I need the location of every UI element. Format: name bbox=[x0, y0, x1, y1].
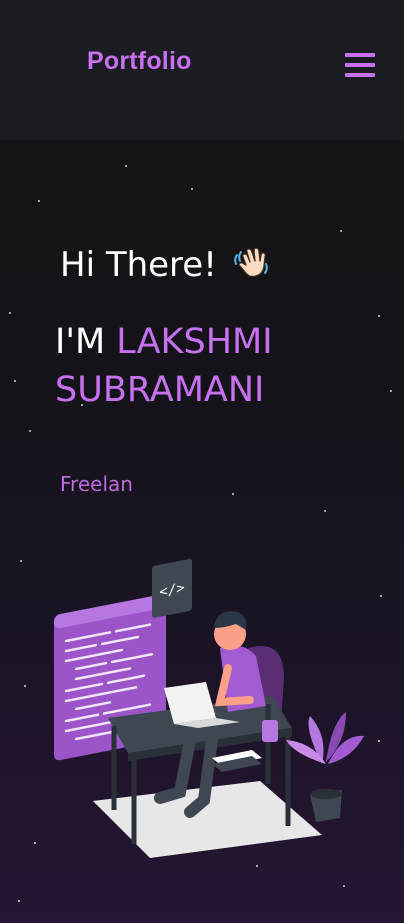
waving-hand-icon bbox=[231, 245, 271, 285]
greeting-text: Hi There! bbox=[60, 245, 217, 285]
name-last: SUBRAMANI bbox=[55, 370, 265, 410]
typewriter-text: Freelan bbox=[60, 472, 133, 496]
hamburger-bar bbox=[345, 63, 375, 67]
developer-at-desk-illustration: </> bbox=[40, 548, 380, 888]
navbar: Portfolio bbox=[0, 0, 404, 140]
name-prefix: I'M bbox=[55, 322, 106, 362]
name-first: LAKSHMI bbox=[116, 322, 273, 362]
hamburger-bar bbox=[345, 53, 375, 57]
hamburger-bar bbox=[345, 73, 375, 77]
hero-name: I'M LAKSHMI SUBRAMANI bbox=[55, 318, 385, 414]
logo[interactable]: Portfolio bbox=[87, 47, 192, 76]
hamburger-menu-icon[interactable] bbox=[345, 53, 375, 77]
greeting-heading: Hi There! bbox=[60, 245, 271, 285]
